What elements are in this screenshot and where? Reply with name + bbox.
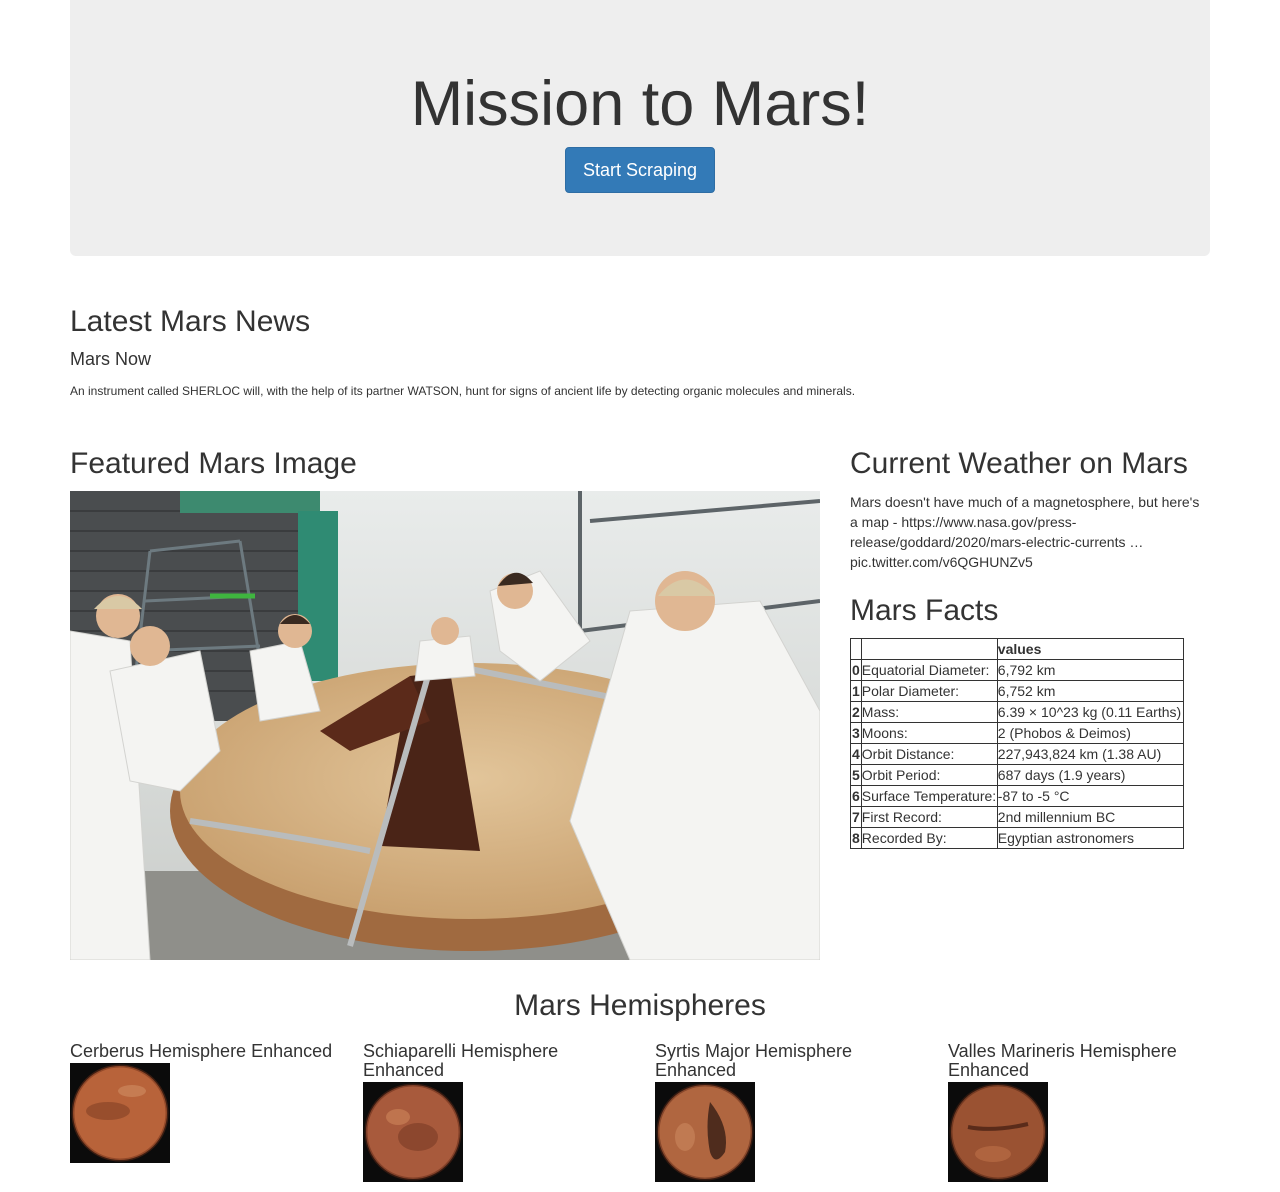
table-row: 8 Recorded By: Egyptian astronomers [850, 827, 1184, 849]
row-index: 5 [850, 764, 862, 786]
news-paragraph: An instrument called SHERLOC will, with … [70, 384, 856, 398]
facts-title: Mars Facts [850, 594, 999, 627]
row-index: 2 [850, 701, 862, 723]
row-index: 8 [850, 827, 862, 849]
row-label: Orbit Distance: [860, 743, 998, 765]
start-scraping-button[interactable]: Start Scraping [565, 147, 715, 193]
hemisphere-card-valles-marineris: Valles Marineris Hemisphere Enhanced [948, 1042, 1218, 1182]
mars-facts-table: values 0 Equatorial Diameter: 6,792 km 1 Po… [850, 638, 1184, 849]
hemispheres-row: Cerberus Hemisphere Enhanced Schiaparell… [70, 1042, 1210, 1192]
row-value: 2 (Phobos & Deimos) [996, 722, 1184, 744]
row-index: 1 [850, 680, 862, 702]
row-index: 7 [850, 806, 862, 828]
hemisphere-title: Valles Marineris Hemisphere Enhanced [948, 1041, 1177, 1080]
page-container: Mission to Mars! Start Scraping Latest M… [70, 0, 1210, 1182]
hemisphere-title: Schiaparelli Hemisphere Enhanced [363, 1041, 559, 1080]
hemisphere-title: Cerberus Hemisphere Enhanced [70, 1041, 333, 1061]
featured-mars-image [70, 491, 820, 960]
row-value: 2nd millennium BC [996, 806, 1184, 828]
hemisphere-card-syrtis-major: Syrtis Major Hemisphere Enhanced [655, 1042, 925, 1182]
row-value: -87 to -5 °C [996, 785, 1184, 807]
news-section-title: Latest Mars News [70, 305, 311, 338]
index-header [850, 638, 862, 660]
mars-globe-image [655, 1082, 755, 1182]
row-label: First Record: [860, 806, 998, 828]
values-header: values [996, 638, 1184, 660]
row-label: Equatorial Diameter: [860, 659, 998, 681]
row-index: 4 [850, 743, 862, 765]
featured-image-illustration [70, 491, 820, 960]
table-row: 1 Polar Diameter: 6,752 km [850, 680, 1184, 702]
row-index: 3 [850, 722, 862, 744]
mars-globe-image [363, 1082, 463, 1182]
table-row: 7 First Record: 2nd millennium BC [850, 806, 1184, 828]
mars-globe-image [948, 1082, 1048, 1182]
row-label: Mass: [860, 701, 998, 723]
news-headline: Mars Now [70, 349, 152, 369]
page-title: Mission to Mars! [410, 69, 870, 139]
table-row: 5 Orbit Period: 687 days (1.9 years) [850, 764, 1184, 786]
row-index: 0 [850, 659, 862, 681]
label-header [860, 638, 998, 660]
table-row: 0 Equatorial Diameter: 6,792 km [850, 659, 1184, 681]
table-row: 4 Orbit Distance: 227,943,824 km (1.38 AU) [850, 743, 1184, 765]
table-header-row: values [850, 638, 1184, 660]
mars-globe-image [70, 1063, 170, 1163]
hemisphere-card-cerberus: Cerberus Hemisphere Enhanced [70, 1042, 340, 1163]
row-value: Egyptian astronomers [996, 827, 1184, 849]
table-row: 2 Mass: 6.39 × 10^23 kg (0.11 Earths) [850, 701, 1184, 723]
hemispheres-section: Mars Hemispheres Cerberus Hemisphere Enh… [70, 986, 1210, 1192]
row-value: 687 days (1.9 years) [996, 764, 1184, 786]
row-index: 6 [850, 785, 862, 807]
hemispheres-title: Mars Hemispheres [514, 989, 766, 1022]
weather-title: Current Weather on Mars [850, 447, 1188, 480]
row-label: Recorded By: [860, 827, 998, 849]
weather-tweet-text: Mars doesn't have much of a magnetospher… [850, 494, 1200, 570]
row-label: Surface Temperature: [860, 785, 998, 807]
row-value: 6.39 × 10^23 kg (0.11 Earths) [996, 701, 1184, 723]
row-value: 6,752 km [996, 680, 1184, 702]
row-label: Orbit Period: [860, 764, 998, 786]
hemisphere-card-schiaparelli: Schiaparelli Hemisphere Enhanced [363, 1042, 633, 1182]
table-row: 3 Moons: 2 (Phobos & Deimos) [850, 722, 1184, 744]
right-column: Current Weather on Mars Mars doesn't hav… [850, 442, 1210, 849]
jumbotron-header: Mission to Mars! Start Scraping [70, 0, 1210, 256]
row-value: 227,943,824 km (1.38 AU) [996, 743, 1184, 765]
row-label: Polar Diameter: [860, 680, 998, 702]
hemisphere-title: Syrtis Major Hemisphere Enhanced [655, 1041, 853, 1080]
news-section: Latest Mars News Mars Now An instrument … [70, 300, 1210, 400]
table-row: 6 Surface Temperature: -87 to -5 °C [850, 785, 1184, 807]
featured-image-section: Featured Mars Image [70, 442, 820, 960]
featured-image-title: Featured Mars Image [70, 447, 357, 480]
row-value: 6,792 km [996, 659, 1184, 681]
row-label: Moons: [860, 722, 998, 744]
